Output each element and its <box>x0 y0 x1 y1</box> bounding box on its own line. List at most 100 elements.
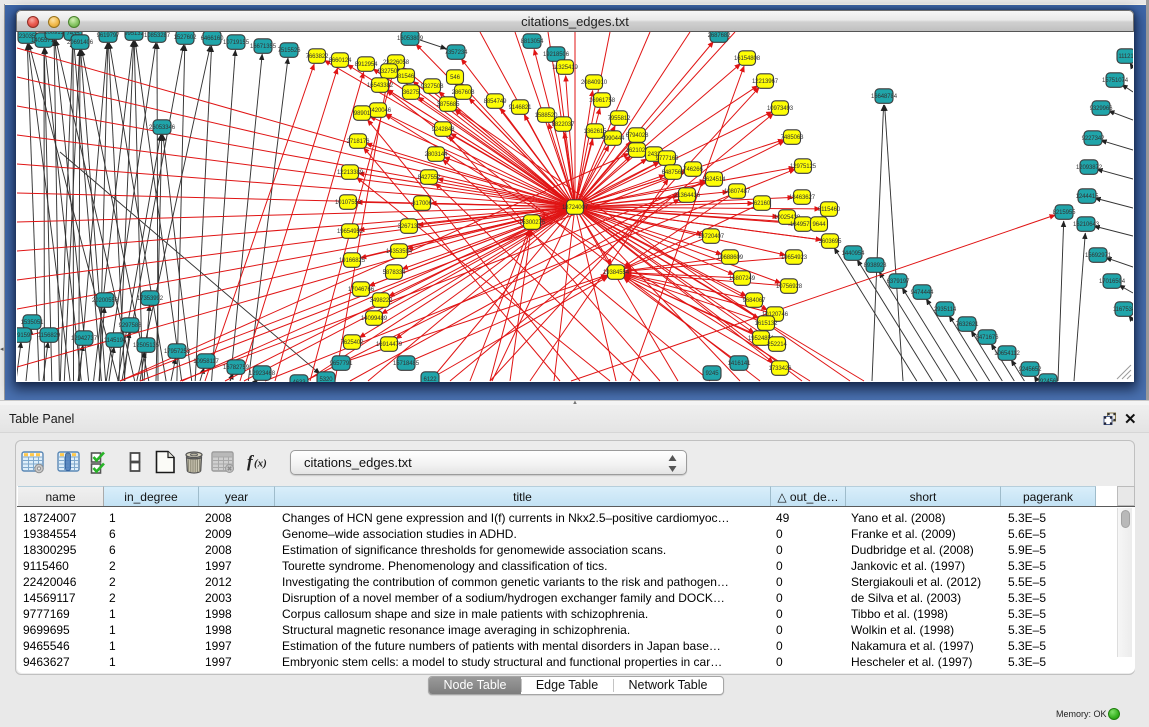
svg-text:7955812: 7955812 <box>608 116 631 122</box>
svg-text:6794028: 6794028 <box>626 133 649 139</box>
svg-text:9297588: 9297588 <box>119 323 142 329</box>
svg-text:9242848: 9242848 <box>432 127 455 133</box>
svg-text:13720407: 13720407 <box>698 234 725 240</box>
svg-text:12505135: 12505135 <box>133 343 160 349</box>
svg-text:11325419: 11325419 <box>552 65 578 71</box>
svg-text:5878334: 5878334 <box>383 270 406 276</box>
svg-text:12213389: 12213389 <box>337 170 364 176</box>
svg-text:3267130: 3267130 <box>398 224 421 230</box>
svg-text:92456: 92456 <box>1040 379 1057 382</box>
svg-text:9146821: 9146821 <box>509 105 532 111</box>
svg-text:7357234: 7357234 <box>445 50 468 56</box>
svg-text:11121: 11121 <box>1118 54 1133 60</box>
svg-text:546: 546 <box>450 75 460 81</box>
svg-text:16914479: 16914479 <box>376 342 403 348</box>
svg-text:10719155: 10719155 <box>223 40 250 46</box>
svg-text:16671355: 16671355 <box>250 44 277 50</box>
svg-text:3875685: 3875685 <box>437 102 460 108</box>
svg-text:9245: 9245 <box>706 371 720 377</box>
svg-text:16961758: 16961758 <box>589 98 616 104</box>
svg-text:81546: 81546 <box>398 74 415 80</box>
svg-text:3498222: 3498222 <box>370 298 393 304</box>
svg-text:36275: 36275 <box>403 90 420 96</box>
svg-text:8471676: 8471676 <box>976 335 999 341</box>
svg-text:1440954: 1440954 <box>842 251 865 257</box>
svg-text:20840910: 20840910 <box>581 80 608 86</box>
svg-text:15692971: 15692971 <box>1085 253 1112 259</box>
svg-text:9644: 9644 <box>813 222 827 228</box>
svg-text:8660124: 8660124 <box>329 58 352 64</box>
svg-text:39159: 39159 <box>17 333 31 339</box>
svg-text:3603695: 3603695 <box>819 239 842 245</box>
svg-text:1733426: 1733426 <box>769 366 792 372</box>
svg-text:9327508: 9327508 <box>421 84 444 90</box>
svg-text:15751074: 15751074 <box>1102 78 1129 84</box>
svg-text:7485063: 7485063 <box>781 135 804 141</box>
svg-text:1615132: 1615132 <box>755 321 778 327</box>
svg-text:8822037: 8822037 <box>552 122 575 128</box>
svg-text:16807249: 16807249 <box>729 276 756 282</box>
svg-text:995132: 995132 <box>124 32 144 37</box>
svg-text:17957253: 17957253 <box>164 349 191 355</box>
svg-text:20691406: 20691406 <box>67 40 94 46</box>
svg-text:19218506: 19218506 <box>543 52 570 58</box>
svg-text:8854749: 8854749 <box>484 99 507 105</box>
svg-text:15300275: 15300275 <box>519 220 546 226</box>
svg-text:9657791: 9657791 <box>330 361 353 367</box>
svg-text:7632621: 7632621 <box>956 322 979 328</box>
svg-text:9474444: 9474444 <box>911 290 934 296</box>
svg-text:9777169: 9777169 <box>656 156 679 162</box>
svg-text:7625402: 7625402 <box>341 340 364 346</box>
svg-text:12923468: 12923468 <box>249 371 276 377</box>
svg-text:1167534: 1167534 <box>1113 307 1133 313</box>
svg-text:12213967: 12213967 <box>752 79 779 85</box>
svg-text:8215955: 8215955 <box>1053 210 1076 216</box>
svg-text:17353992: 17353992 <box>137 296 164 302</box>
svg-text:17046766: 17046766 <box>348 287 375 293</box>
svg-text:9115460: 9115460 <box>818 207 841 213</box>
svg-text:9245652: 9245652 <box>1019 367 1042 373</box>
svg-text:12942737: 12942737 <box>71 336 98 342</box>
svg-text:9684067: 9684067 <box>743 298 766 304</box>
svg-text:1244415: 1244415 <box>1076 194 1099 200</box>
svg-text:4990444: 4990444 <box>602 136 625 142</box>
svg-text:16782759: 16782759 <box>223 365 250 371</box>
svg-text:9329966: 9329966 <box>1090 106 1113 112</box>
svg-text:14353594: 14353594 <box>386 249 413 255</box>
svg-text:7515526: 7515526 <box>278 48 301 54</box>
svg-text:10107553: 10107553 <box>335 200 362 206</box>
svg-text:21364436: 21364436 <box>674 193 701 199</box>
svg-text:1145194: 1145194 <box>104 338 127 344</box>
svg-text:10807487: 10807487 <box>724 189 751 195</box>
svg-text:10654112: 10654112 <box>994 351 1020 357</box>
svg-text:6487568: 6487568 <box>662 170 685 176</box>
svg-text:16154808: 16154808 <box>734 56 761 62</box>
svg-text:16053809: 16053809 <box>397 36 424 42</box>
svg-text:3624514: 3624514 <box>703 177 726 183</box>
svg-text:7663822: 7663822 <box>306 54 329 60</box>
svg-text:4633: 4633 <box>293 380 307 382</box>
svg-text:1588520: 1588520 <box>535 113 558 119</box>
svg-text:1416141: 1416141 <box>728 361 751 367</box>
svg-text:6122: 6122 <box>424 377 438 382</box>
svg-text:746266: 746266 <box>683 167 703 173</box>
svg-text:16648784: 16648784 <box>871 94 898 100</box>
svg-text:10958117: 10958117 <box>193 359 219 365</box>
svg-text:16543382: 16543382 <box>367 83 394 89</box>
svg-text:9619797: 9619797 <box>97 33 120 39</box>
svg-text:10853287: 10853287 <box>144 33 171 39</box>
svg-text:12093872: 12093872 <box>1076 165 1103 171</box>
svg-text:2718176: 2718176 <box>347 139 370 145</box>
svg-text:20200556: 20200556 <box>92 298 119 304</box>
svg-text:252214: 252214 <box>767 342 787 348</box>
svg-text:8912954: 8912954 <box>355 62 378 68</box>
svg-text:1527602: 1527602 <box>174 35 197 41</box>
svg-text:2935114: 2935114 <box>934 307 957 313</box>
svg-text:19166825: 19166825 <box>339 258 366 264</box>
svg-text:26053346: 26053346 <box>149 125 176 131</box>
svg-text:62160: 62160 <box>754 201 771 207</box>
svg-text:14099489: 14099489 <box>361 316 388 322</box>
svg-text:2803144: 2803144 <box>425 152 448 158</box>
svg-text:10973493: 10973493 <box>767 106 794 112</box>
svg-text:9227342: 9227342 <box>1082 136 1105 142</box>
